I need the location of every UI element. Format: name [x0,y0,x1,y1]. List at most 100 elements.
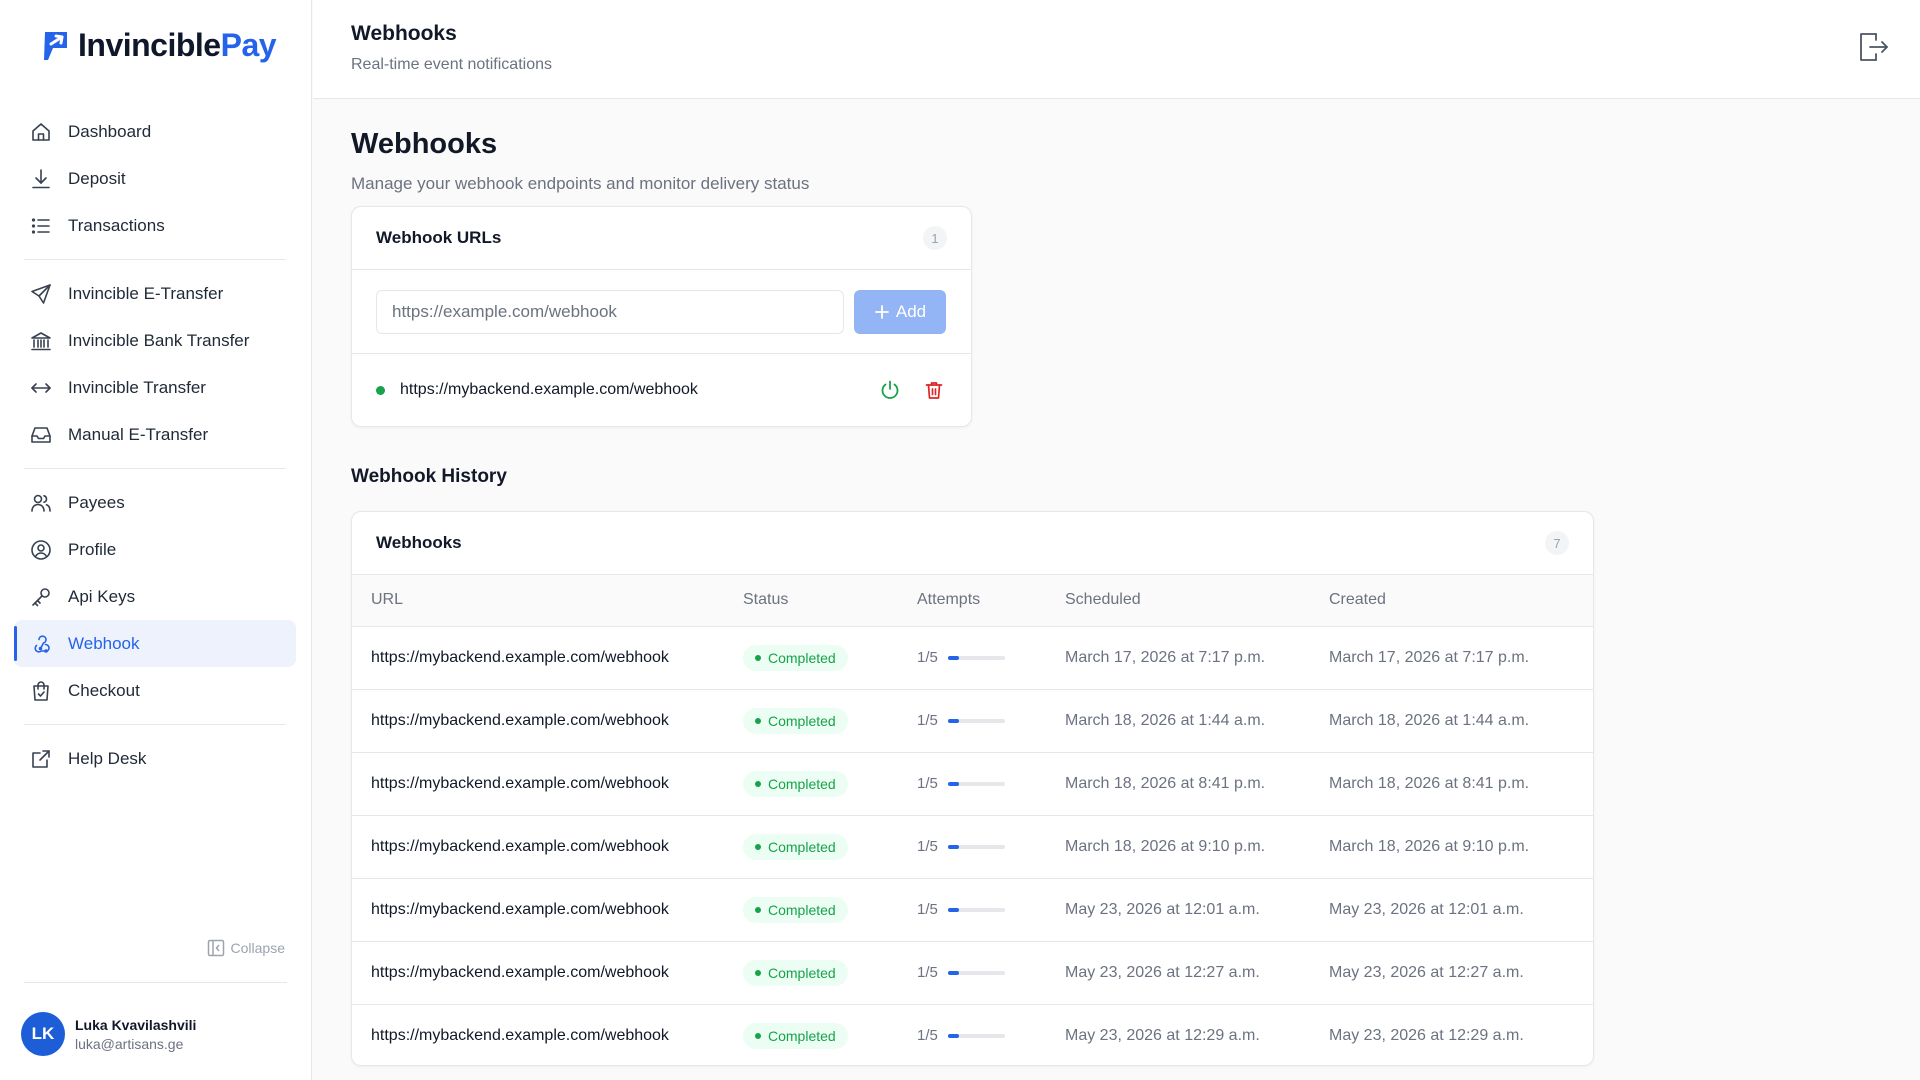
sidebar-item-label: Invincible Bank Transfer [68,330,250,350]
attempts-progress-bar [947,718,1005,723]
avatar: LK [21,1012,65,1056]
row-attempts-cell: 1/5 [917,815,1065,879]
table-row[interactable]: https://mybackend.example.com/webhook Com… [352,941,1593,1005]
row-url: https://mybackend.example.com/webhook [371,1026,669,1044]
webhook-icon [28,631,54,657]
table-row[interactable]: https://mybackend.example.com/webhook Com… [352,815,1593,879]
column-header-status[interactable]: Status [743,575,917,627]
row-status-cell: Completed [743,1004,917,1065]
column-header-attempts[interactable]: Attempts [917,575,1065,627]
sidebar-item-invincible-e-transfer[interactable]: Invincible E-Transfer [14,270,296,317]
sidebar-collapse-icon [207,939,224,957]
row-attempts-cell: 1/5 [917,878,1065,942]
sidebar-item-deposit[interactable]: Deposit [14,155,296,202]
attempts-progress-bar [947,781,1005,786]
count-badge: 7 [1545,531,1569,555]
status-badge: Completed [743,959,848,986]
toggle-power-button[interactable] [877,377,903,403]
sidebar-item-dashboard[interactable]: Dashboard [14,108,296,155]
row-attempts-cell: 1/5 [917,626,1065,690]
add-url-form: Add [352,270,971,354]
sidebar-nav: Dashboard Deposit Transactions Invincible E… [14,108,296,782]
attempts-progress-bar [947,907,1005,912]
attempts: 1/5 [917,1027,1065,1044]
attempts-progress-fill [947,1033,960,1038]
collapse-button[interactable]: Collapse [207,939,285,957]
sidebar-item-profile[interactable]: Profile [14,526,296,573]
status-dot [755,843,761,850]
nav-divider [24,724,286,725]
status-badge: Completed [743,707,848,734]
attempts-progress-fill [947,655,960,660]
attempts-progress-fill [947,844,960,849]
add-button[interactable]: Add [854,289,946,334]
table-row[interactable]: https://mybackend.example.com/webhook Com… [352,878,1593,942]
sidebar-item-label: Payees [68,492,125,512]
row-created: March 17, 2026 at 7:17 p.m. [1329,626,1593,690]
logo-icon [44,31,67,60]
sidebar-item-checkout[interactable]: Checkout [14,667,296,714]
status-label: Completed [768,712,836,729]
table-row[interactable]: https://mybackend.example.com/webhook Com… [352,689,1593,753]
sidebar-item-label: Transactions [68,215,165,235]
logout-icon[interactable] [1856,30,1890,64]
sidebar-item-label: Webhook [68,633,140,653]
status-badge: Completed [743,896,848,923]
row-status-cell: Completed [743,878,917,942]
row-attempts-cell: 1/5 [917,1004,1065,1065]
column-header-scheduled[interactable]: Scheduled [1065,575,1329,627]
attempts-progress-fill [947,781,960,786]
webhook-url-input[interactable] [376,289,844,334]
sidebar-item-api-keys[interactable]: Api Keys [14,573,296,620]
sidebar-item-invincible-bank-transfer[interactable]: Invincible Bank Transfer [14,317,296,364]
attempts-count: 1/5 [917,901,938,918]
header-subtitle: Real-time event notifications [351,56,552,73]
row-url: https://mybackend.example.com/webhook [352,815,743,879]
user-email: luka@artisans.ge [75,1035,184,1052]
row-created: May 23, 2026 at 12:27 a.m. [1329,941,1593,1005]
bank-icon [28,328,54,354]
sidebar-item-webhook[interactable]: Webhook [14,620,296,667]
divider [24,982,287,983]
sidebar-item-invincible-transfer[interactable]: Invincible Transfer [14,364,296,411]
card-title: Webhook URLs [376,228,502,247]
table-header-row: URL Status Attempts Scheduled Created [352,575,1593,627]
attempts-progress-bar [947,970,1005,975]
webhook-history-card: Webhooks 7 URL Status Attempts Scheduled… [351,511,1594,1066]
sidebar-item-transactions[interactable]: Transactions [14,202,296,249]
sidebar-item-manual-e-transfer[interactable]: Manual E-Transfer [14,411,296,458]
home-icon [28,119,54,145]
inbox-icon [28,422,54,448]
row-scheduled: March 18, 2026 at 1:44 a.m. [1065,689,1329,753]
attempts: 1/5 [917,775,1065,792]
history-table: URL Status Attempts Scheduled Created ht… [352,575,1593,1065]
status-dot [755,1032,761,1039]
table-row[interactable]: https://mybackend.example.com/webhook Com… [352,1004,1593,1065]
sidebar-item-label: Deposit [68,168,126,188]
status-label: Completed [768,964,836,981]
row-url: https://mybackend.example.com/webhook [352,689,743,753]
send-icon [28,281,54,307]
count-badge: 1 [923,226,947,250]
status-dot [755,654,761,661]
arrows-horizontal-icon [28,375,54,401]
user-profile[interactable]: LK Luka Kvavilashvili luka@artisans.ge [21,1012,196,1056]
table-row[interactable]: https://mybackend.example.com/webhook Com… [352,752,1593,816]
status-label: Completed [768,838,836,855]
column-header-url[interactable]: URL [352,575,743,627]
attempts-count: 1/5 [917,712,938,729]
sidebar-item-help-desk[interactable]: Help Desk [14,735,296,782]
column-header-created[interactable]: Created [1329,575,1593,627]
shopping-bag-icon [28,678,54,704]
attempts: 1/5 [917,712,1065,729]
table-row[interactable]: https://mybackend.example.com/webhook Com… [352,626,1593,690]
brand-logo[interactable]: InvinciblePay [40,27,277,64]
attempts-count: 1/5 [917,838,938,855]
sidebar-item-payees[interactable]: Payees [14,479,296,526]
sidebar-item-label: Manual E-Transfer [68,424,209,444]
attempts-progress-bar [947,1033,1005,1038]
delete-button[interactable] [921,377,947,403]
attempts: 1/5 [917,964,1065,981]
attempts-progress-bar [947,655,1005,660]
row-scheduled: May 23, 2026 at 12:01 a.m. [1065,878,1329,942]
